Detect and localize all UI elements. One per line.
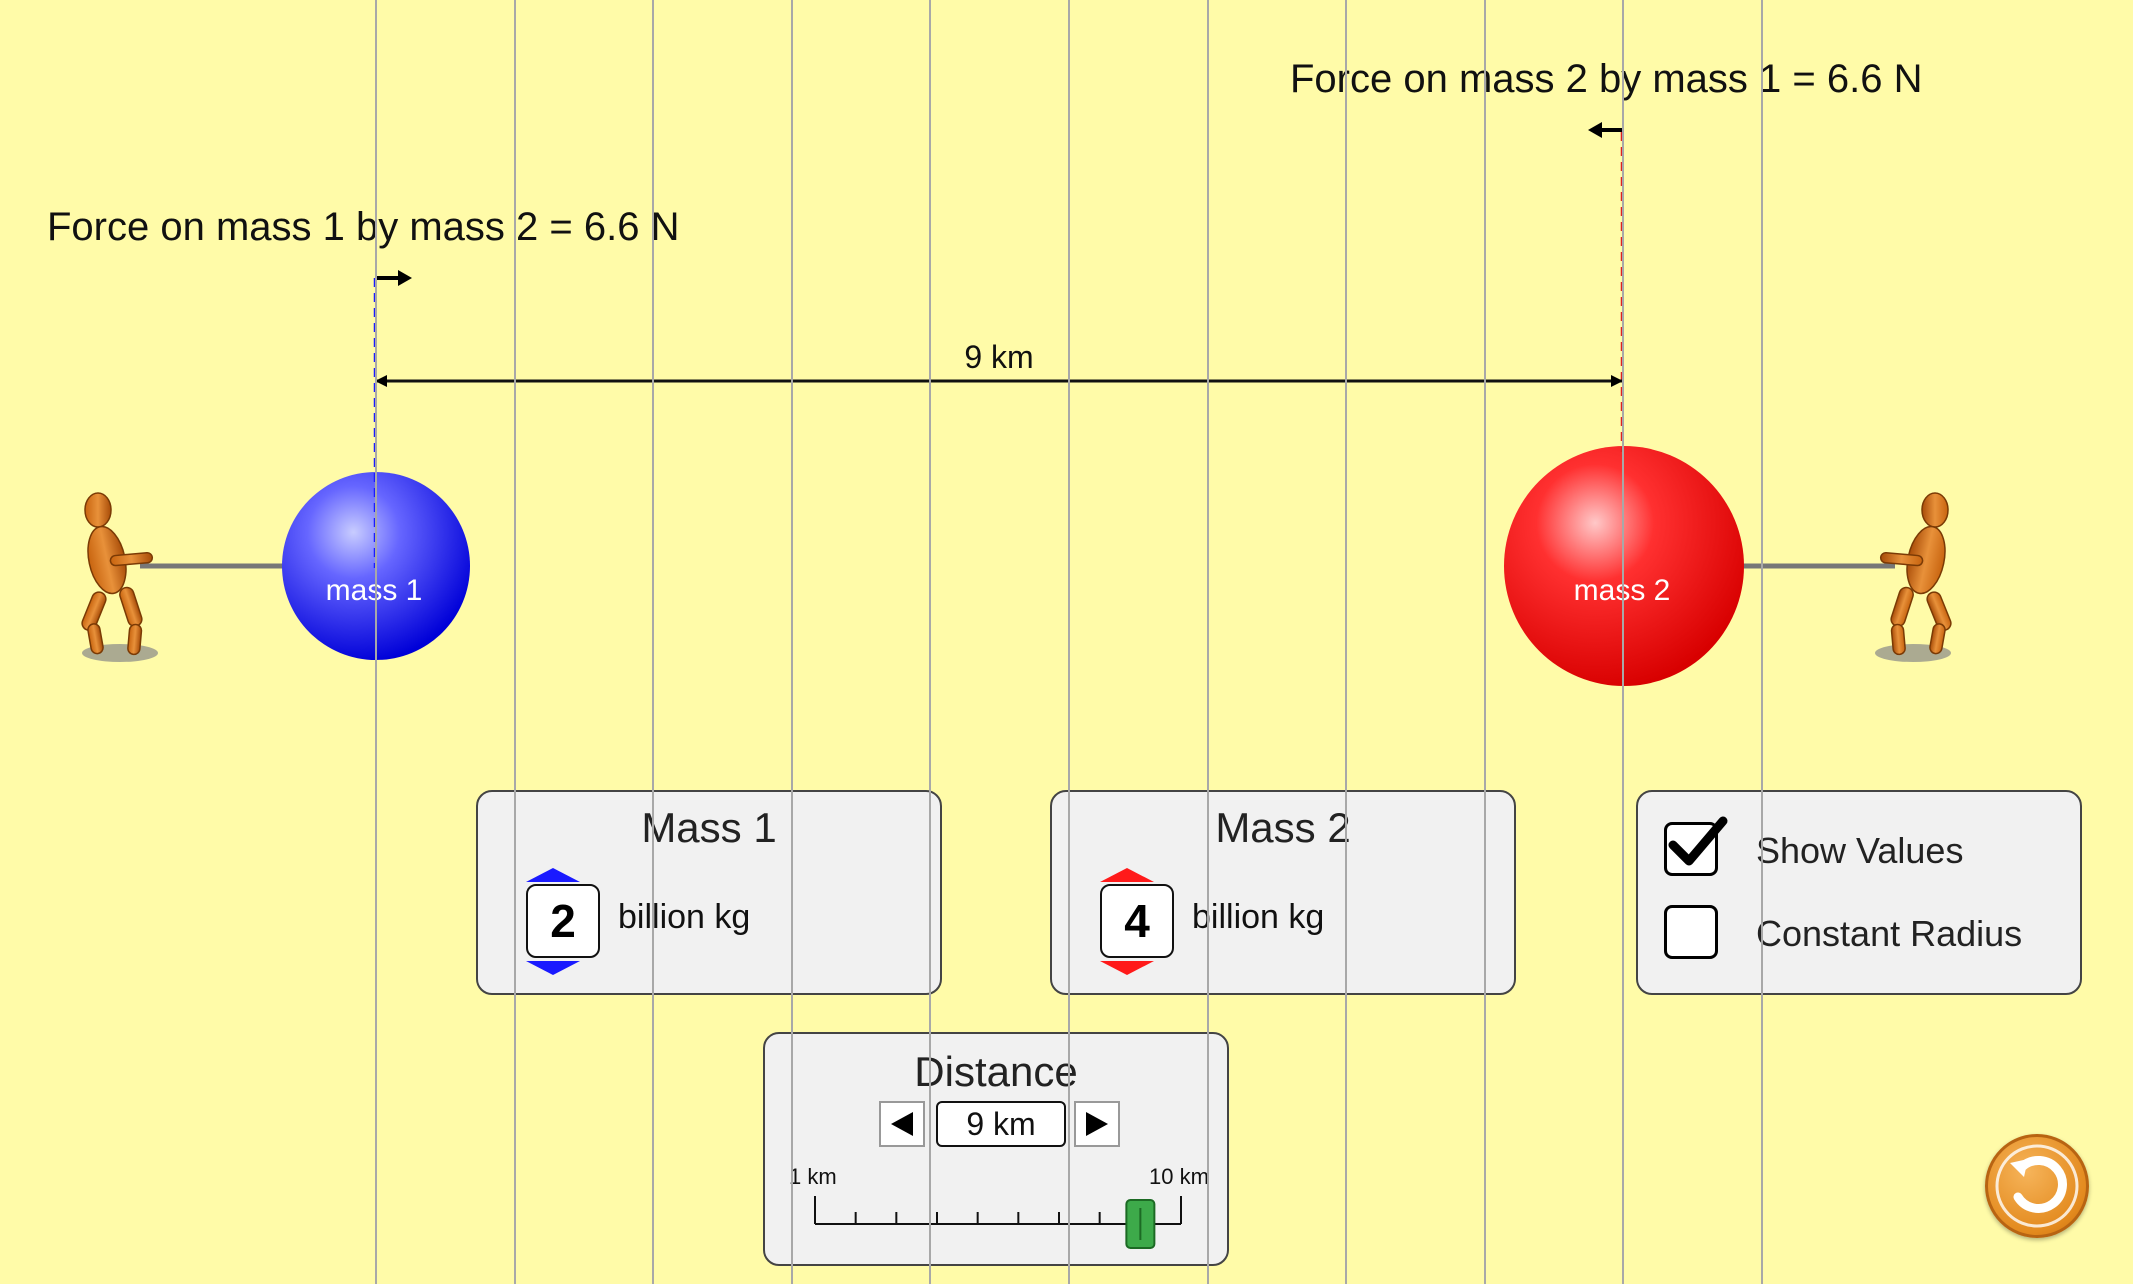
show-values-label[interactable]: Show Values bbox=[1756, 830, 1963, 872]
options-panel: Show Values Constant Radius bbox=[1636, 790, 2082, 995]
force-arrow-mass-1 bbox=[375, 270, 412, 286]
force-arrow-mass-2 bbox=[1588, 122, 1622, 138]
mass-2-panel-title: Mass 2 bbox=[1215, 804, 1351, 851]
distance-panel: Distance 9 km 1 km 10 km bbox=[763, 1032, 1229, 1266]
mass-2-sphere[interactable] bbox=[1504, 446, 1744, 686]
mass-1-panel: Mass 1 2 billion kg bbox=[476, 790, 942, 995]
reset-icon bbox=[1995, 1144, 2079, 1228]
distance-slider[interactable] bbox=[763, 1032, 1229, 1266]
puller-left-icon bbox=[81, 492, 158, 662]
mass-2-label: mass 2 bbox=[1574, 574, 1671, 607]
puller-right-icon bbox=[1875, 492, 1952, 662]
mass-1-decrease-arrow-icon[interactable] bbox=[526, 961, 580, 975]
mass-2-unit-label: billion kg bbox=[1192, 898, 1325, 936]
constant-radius-checkbox[interactable] bbox=[1664, 905, 1718, 959]
mass-2-value-spinner[interactable]: 4 bbox=[1100, 884, 1174, 958]
mass-1-label: mass 1 bbox=[326, 574, 423, 607]
distance-slider-ticks bbox=[854, 1212, 1142, 1224]
constant-radius-label[interactable]: Constant Radius bbox=[1756, 913, 2022, 955]
mass-1-value-spinner[interactable]: 2 bbox=[526, 884, 600, 958]
reset-button[interactable] bbox=[1985, 1134, 2089, 1238]
mass-2-increase-arrow-icon[interactable] bbox=[1100, 868, 1154, 882]
distance-readout: 9 km bbox=[964, 339, 1033, 375]
mass-2-panel: Mass 2 4 billion kg bbox=[1050, 790, 1516, 995]
mass-2-decrease-arrow-icon[interactable] bbox=[1100, 961, 1154, 975]
mass-1-unit-label: billion kg bbox=[618, 898, 751, 936]
show-values-checkbox[interactable] bbox=[1664, 816, 1728, 876]
force-label-mass-2: Force on mass 2 by mass 1 = 6.6 N bbox=[1290, 57, 1922, 101]
mass-1-panel-title: Mass 1 bbox=[641, 804, 777, 851]
force-label-mass-1: Force on mass 1 by mass 2 = 6.6 N bbox=[47, 205, 679, 249]
mass-1-increase-arrow-icon[interactable] bbox=[526, 868, 580, 882]
checkmark-icon bbox=[1668, 816, 1728, 866]
